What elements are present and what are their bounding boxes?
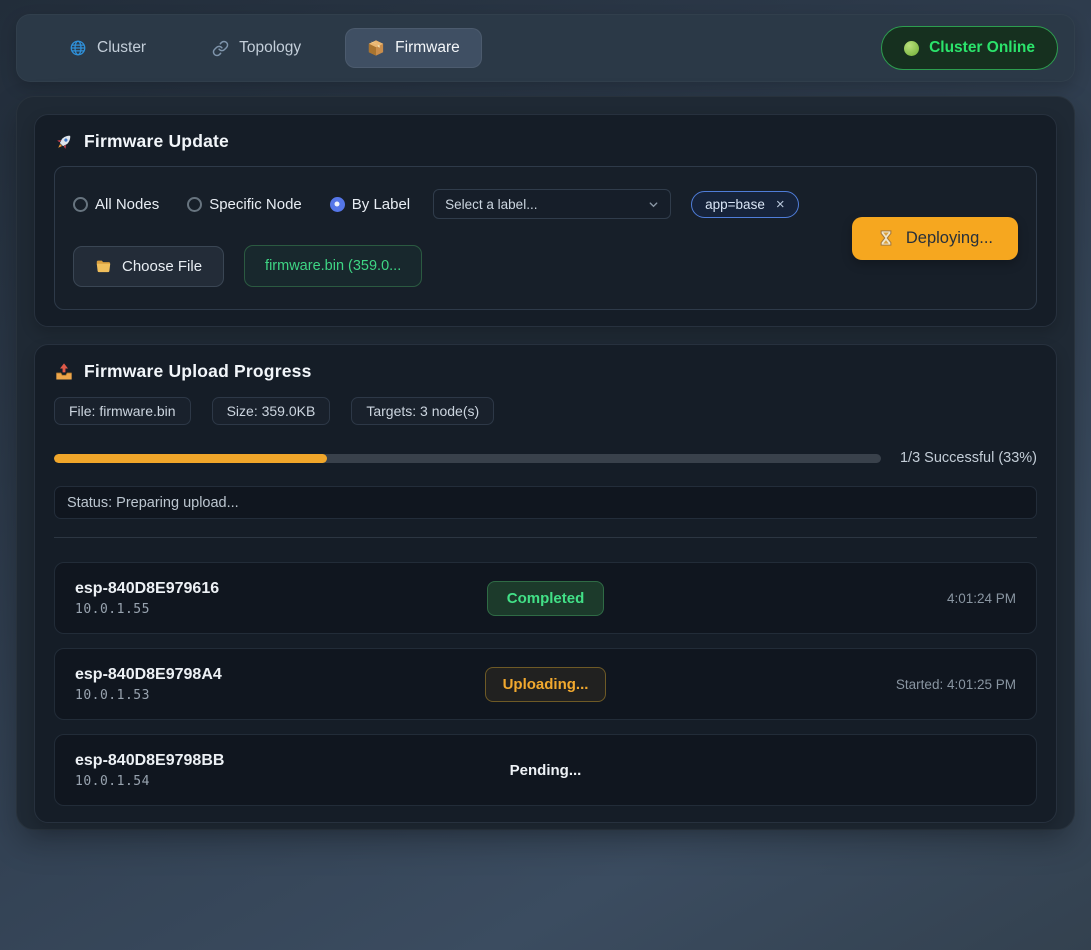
radio-specific-node[interactable]: Specific Node [187, 196, 302, 213]
node-status: Completed [487, 581, 605, 616]
radio-circle[interactable] [330, 197, 345, 212]
progress-bar [54, 454, 881, 463]
meta-badges: File: firmware.bin Size: 359.0KB Targets… [54, 397, 1037, 425]
node-ip: 10.0.1.54 [75, 774, 510, 789]
node-name: esp-840D8E979616 [75, 580, 487, 598]
tag-close-icon[interactable]: × [776, 197, 785, 212]
deploy-button[interactable]: Deploying... [852, 217, 1018, 260]
top-navbar: Cluster Topology Firmware [16, 14, 1075, 82]
progress-row: 1/3 Successful (33%) [54, 450, 1037, 466]
tab-topology[interactable]: Topology [190, 28, 323, 68]
node-row: esp-840D8E979616 10.0.1.55 Completed 4:0… [54, 562, 1037, 634]
card-title-text: Firmware Update [84, 131, 229, 152]
label-tag-text: app=base [705, 197, 765, 212]
radio-circle[interactable] [187, 197, 202, 212]
tab-cluster[interactable]: Cluster [47, 28, 168, 68]
link-icon [212, 40, 229, 57]
hourglass-icon [877, 229, 895, 247]
upload-progress-card: Firmware Upload Progress File: firmware.… [34, 344, 1057, 823]
deploy-button-label: Deploying... [906, 229, 993, 248]
choose-file-label: Choose File [122, 258, 202, 275]
firmware-update-card: Firmware Update All Nodes Specific Node … [34, 114, 1057, 327]
firmware-update-title: Firmware Update [54, 131, 1037, 152]
radio-all-nodes[interactable]: All Nodes [73, 196, 159, 213]
tab-label: Cluster [97, 39, 146, 57]
cluster-online-label: Cluster Online [929, 39, 1035, 57]
rocket-icon [54, 132, 74, 152]
choose-file-button[interactable]: Choose File [73, 246, 224, 287]
node-time: Started: 4:01:25 PM [896, 677, 1016, 692]
label-select[interactable]: Select a label... [433, 189, 671, 219]
node-row: esp-840D8E9798A4 10.0.1.53 Uploading... … [54, 648, 1037, 720]
nav-tabs: Cluster Topology Firmware [47, 28, 482, 68]
upload-progress-title: Firmware Upload Progress [54, 361, 1037, 382]
node-row: esp-840D8E9798BB 10.0.1.54 Pending... [54, 734, 1037, 806]
selected-file-button[interactable]: firmware.bin (359.0... [244, 245, 422, 287]
select-placeholder: Select a label... [445, 197, 537, 212]
radio-label: By Label [352, 196, 410, 213]
node-time: 4:01:24 PM [947, 591, 1016, 606]
tab-label: Topology [239, 39, 301, 57]
selected-file-label: firmware.bin (359.0... [265, 258, 401, 274]
tab-firmware[interactable]: Firmware [345, 28, 482, 68]
radio-by-label[interactable]: By Label [330, 196, 410, 213]
size-badge: Size: 359.0KB [212, 397, 331, 425]
divider [54, 537, 1037, 538]
cluster-online-badge[interactable]: Cluster Online [881, 26, 1058, 70]
main-container: Firmware Update All Nodes Specific Node … [16, 96, 1075, 830]
target-mode-group: All Nodes Specific Node By Label Select … [73, 189, 799, 219]
deploy-form: All Nodes Specific Node By Label Select … [54, 166, 1037, 310]
folder-icon [95, 258, 112, 275]
file-row: Choose File firmware.bin (359.0... [73, 245, 799, 287]
card-title-text: Firmware Upload Progress [84, 361, 312, 382]
node-status: Pending... [510, 762, 582, 779]
node-status: Uploading... [485, 667, 607, 702]
node-ip: 10.0.1.53 [75, 688, 485, 703]
outbox-tray-icon [54, 362, 74, 382]
file-badge: File: firmware.bin [54, 397, 191, 425]
progress-fill [54, 454, 327, 463]
node-list: esp-840D8E979616 10.0.1.55 Completed 4:0… [54, 562, 1037, 806]
tab-label: Firmware [395, 39, 460, 57]
node-ip: 10.0.1.55 [75, 602, 487, 617]
chevron-down-icon [648, 199, 659, 210]
status-box: Status: Preparing upload... [54, 486, 1037, 519]
radio-label: All Nodes [95, 196, 159, 213]
globe-icon [69, 39, 87, 57]
progress-label: 1/3 Successful (33%) [900, 450, 1037, 466]
status-text: Status: Preparing upload... [67, 495, 239, 511]
node-name: esp-840D8E9798A4 [75, 666, 485, 684]
online-dot-icon [904, 41, 919, 56]
radio-circle[interactable] [73, 197, 88, 212]
package-icon [367, 39, 385, 57]
targets-badge: Targets: 3 node(s) [351, 397, 494, 425]
node-name: esp-840D8E9798BB [75, 752, 510, 770]
radio-label: Specific Node [209, 196, 302, 213]
label-tag: app=base × [691, 191, 798, 218]
